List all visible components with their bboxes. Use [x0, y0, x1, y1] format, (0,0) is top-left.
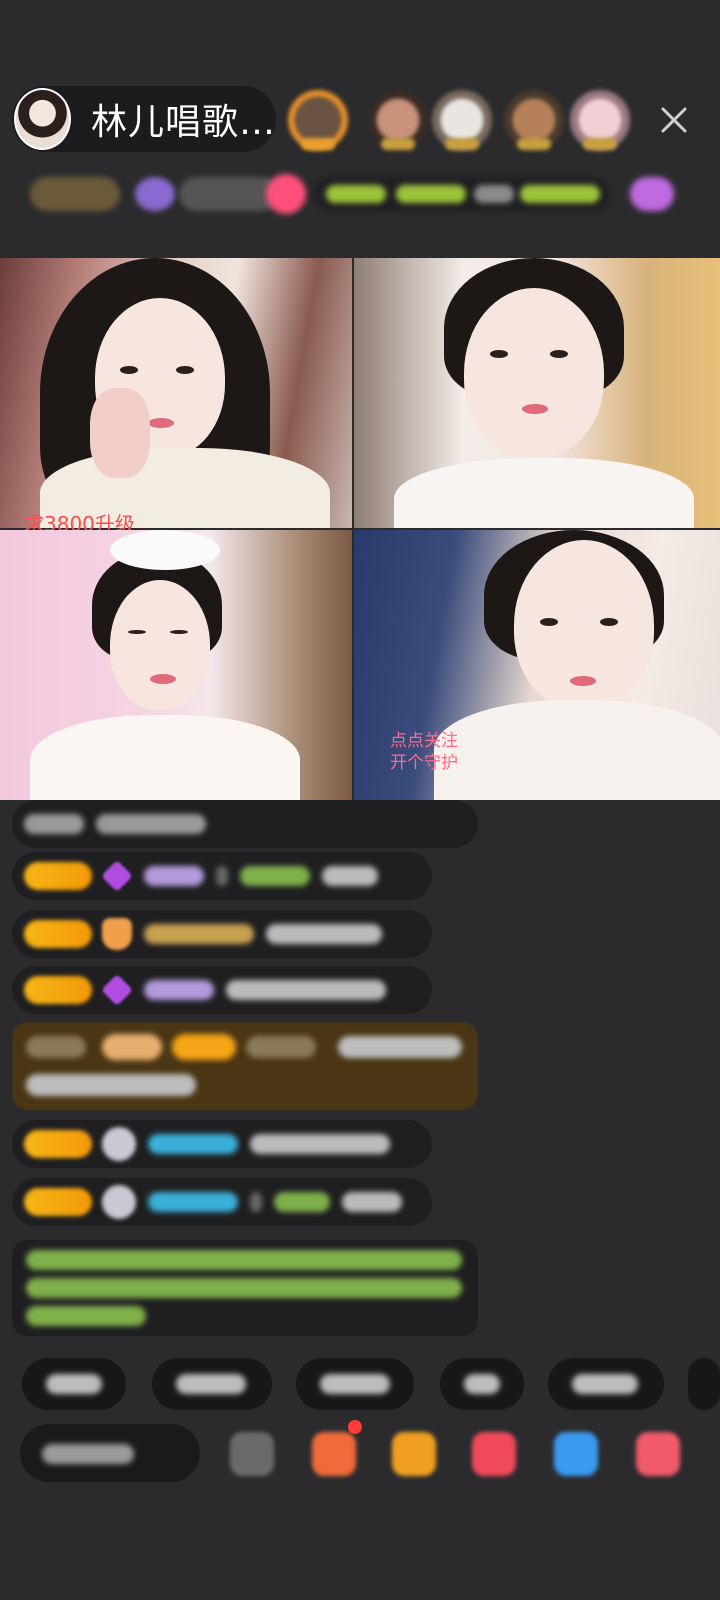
quick-reply-chip[interactable] [152, 1358, 272, 1410]
gift-icon[interactable] [636, 1432, 680, 1476]
chat-message [12, 1120, 432, 1168]
close-icon[interactable] [654, 100, 694, 140]
chat-message [12, 800, 478, 848]
chat-message [12, 1178, 432, 1226]
popularity-tag[interactable] [135, 172, 280, 216]
announcement-marquee[interactable] [314, 172, 614, 216]
fan-club-icon[interactable] [472, 1432, 516, 1476]
host-avatar[interactable] [14, 88, 71, 150]
viewer-rank-badge [517, 138, 551, 150]
host-name[interactable]: 林儿唱歌… [91, 93, 276, 145]
video-tile-2[interactable] [354, 258, 720, 528]
viewer-rank-badge [301, 138, 335, 150]
emoji-icon[interactable] [230, 1432, 274, 1476]
viewer-rank-badge [381, 138, 415, 150]
tile-overlay-text: 点点关注 开个守护 [390, 731, 458, 773]
activity-icon[interactable] [266, 172, 308, 216]
gift-box-icon[interactable] [312, 1432, 356, 1476]
quick-reply-chip[interactable] [22, 1358, 126, 1410]
quick-reply-chip[interactable] [440, 1358, 524, 1410]
viewer-rank-badge [583, 138, 617, 150]
more-badge[interactable] [626, 172, 686, 216]
treasure-icon[interactable] [392, 1432, 436, 1476]
chat-message [12, 966, 432, 1014]
host-info-pill[interactable]: 林儿唱歌… [12, 86, 276, 152]
viewer-rank-badge [445, 138, 479, 150]
rank-tag[interactable] [20, 172, 130, 216]
game-icon[interactable] [554, 1432, 598, 1476]
quick-reply-chip[interactable] [548, 1358, 664, 1410]
video-tile-1[interactable] [0, 258, 352, 528]
chat-message [12, 852, 432, 900]
chat-input[interactable] [20, 1424, 200, 1482]
quick-reply-chip[interactable] [296, 1358, 414, 1410]
gift-message [12, 1022, 478, 1110]
quick-reply-chip[interactable] [688, 1358, 720, 1410]
video-tile-3[interactable] [0, 530, 352, 800]
system-notice [12, 1240, 478, 1336]
notification-dot [348, 1420, 362, 1434]
chat-message [12, 910, 432, 958]
